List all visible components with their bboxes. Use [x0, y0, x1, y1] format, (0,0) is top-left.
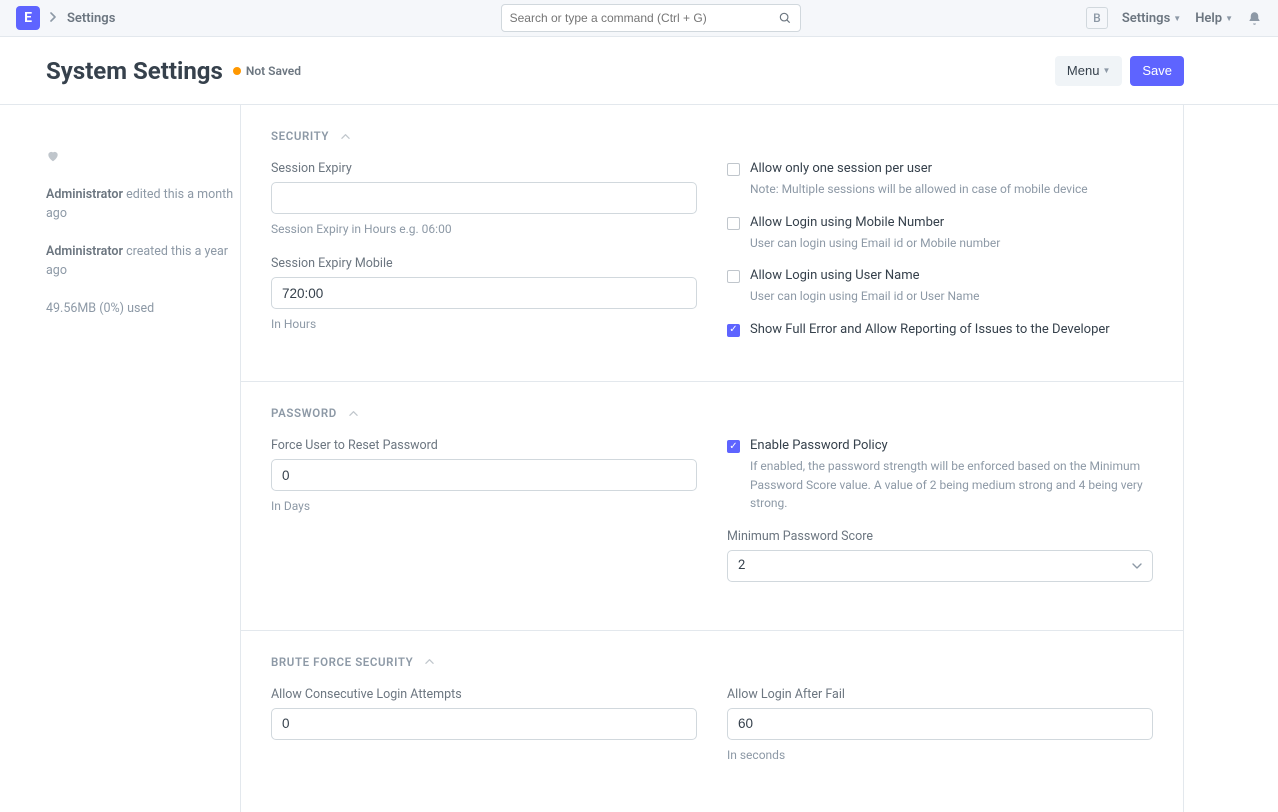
- section-header-security[interactable]: SECURITY: [271, 129, 1153, 143]
- section-password: PASSWORD Force User to Reset Password In…: [241, 382, 1183, 631]
- allow-mobile-login-label: Allow Login using Mobile Number: [750, 215, 944, 230]
- attempts-input[interactable]: [271, 708, 697, 740]
- min-score-select[interactable]: 2: [727, 550, 1153, 582]
- section-title: BRUTE FORCE SECURITY: [271, 655, 413, 669]
- force-reset-label: Force User to Reset Password: [271, 438, 697, 453]
- page-title: System Settings: [46, 57, 223, 85]
- min-score-label: Minimum Password Score: [727, 529, 1153, 544]
- after-fail-label: Allow Login After Fail: [727, 687, 1153, 702]
- allow-mobile-login-help: User can login using Email id or Mobile …: [750, 234, 1153, 253]
- bell-icon[interactable]: [1247, 11, 1262, 26]
- search-input[interactable]: [510, 11, 778, 25]
- chevron-up-icon: [349, 409, 358, 418]
- menu-button[interactable]: Menu ▼: [1055, 56, 1122, 86]
- force-reset-help: In Days: [271, 497, 697, 515]
- heart-icon[interactable]: [46, 149, 60, 163]
- section-title: PASSWORD: [271, 406, 337, 420]
- page-header: System Settings Not Saved Menu ▼ Save: [0, 37, 1278, 105]
- nav-help-label: Help: [1195, 11, 1222, 26]
- allow-one-session-label: Allow only one session per user: [750, 161, 932, 176]
- section-header-brute-force[interactable]: BRUTE FORCE SECURITY: [271, 655, 1153, 669]
- allow-mobile-login-checkbox[interactable]: [727, 217, 740, 230]
- chevron-up-icon: [425, 657, 434, 666]
- enable-policy-label: Enable Password Policy: [750, 438, 888, 453]
- nav-help[interactable]: Help ▼: [1195, 11, 1233, 26]
- show-full-error-label: Show Full Error and Allow Reporting of I…: [750, 322, 1110, 337]
- breadcrumb[interactable]: Settings: [67, 11, 115, 26]
- top-navigation: E Settings B Settings ▼ Help ▼: [0, 0, 1278, 37]
- sidebar: Administrator edited this a month ago Ad…: [46, 105, 240, 812]
- created-info: Administrator created this a year ago: [46, 242, 240, 281]
- section-security: SECURITY Session Expiry Session Expiry i…: [241, 105, 1183, 382]
- chevron-right-icon: [50, 12, 57, 25]
- search-box[interactable]: [501, 4, 801, 32]
- session-expiry-label: Session Expiry: [271, 161, 697, 176]
- status-dot-icon: [233, 67, 241, 75]
- status-indicator: Not Saved: [233, 64, 301, 78]
- allow-one-session-help: Note: Multiple sessions will be allowed …: [750, 180, 1153, 199]
- chevron-down-icon: [1132, 563, 1142, 569]
- caret-down-icon: ▼: [1225, 14, 1233, 23]
- menu-button-label: Menu: [1067, 63, 1100, 78]
- section-title: SECURITY: [271, 129, 329, 143]
- nav-settings-label: Settings: [1122, 11, 1170, 26]
- session-expiry-mobile-input[interactable]: [271, 277, 697, 309]
- status-text: Not Saved: [246, 64, 301, 78]
- section-brute-force: BRUTE FORCE SECURITY Allow Consecutive L…: [241, 631, 1183, 812]
- enable-policy-help: If enabled, the password strength will b…: [750, 457, 1153, 513]
- edited-by: Administrator: [46, 187, 123, 202]
- allow-username-login-help: User can login using Email id or User Na…: [750, 287, 1153, 306]
- caret-down-icon: ▼: [1102, 66, 1110, 75]
- allow-username-login-checkbox[interactable]: [727, 270, 740, 283]
- edited-info: Administrator edited this a month ago: [46, 185, 240, 224]
- search-icon: [778, 11, 792, 25]
- main-panel: SECURITY Session Expiry Session Expiry i…: [240, 105, 1184, 812]
- nav-settings[interactable]: Settings ▼: [1122, 11, 1181, 26]
- app-logo[interactable]: E: [16, 6, 40, 30]
- min-score-value: 2: [738, 558, 745, 573]
- after-fail-input[interactable]: [727, 708, 1153, 740]
- after-fail-help: In seconds: [727, 746, 1153, 764]
- session-expiry-help: Session Expiry in Hours e.g. 06:00: [271, 220, 697, 238]
- storage-info: 49.56MB (0%) used: [46, 299, 240, 318]
- enable-policy-checkbox[interactable]: [727, 440, 740, 453]
- attempts-label: Allow Consecutive Login Attempts: [271, 687, 697, 702]
- section-header-password[interactable]: PASSWORD: [271, 406, 1153, 420]
- created-by: Administrator: [46, 244, 123, 259]
- caret-down-icon: ▼: [1173, 14, 1181, 23]
- force-reset-input[interactable]: [271, 459, 697, 491]
- session-expiry-input[interactable]: [271, 182, 697, 214]
- chevron-up-icon: [341, 132, 350, 141]
- session-expiry-mobile-help: In Hours: [271, 315, 697, 333]
- allow-username-login-label: Allow Login using User Name: [750, 268, 920, 283]
- show-full-error-checkbox[interactable]: [727, 324, 740, 337]
- allow-one-session-checkbox[interactable]: [727, 163, 740, 176]
- session-expiry-mobile-label: Session Expiry Mobile: [271, 256, 697, 271]
- save-button[interactable]: Save: [1130, 56, 1184, 86]
- user-badge[interactable]: B: [1086, 7, 1108, 29]
